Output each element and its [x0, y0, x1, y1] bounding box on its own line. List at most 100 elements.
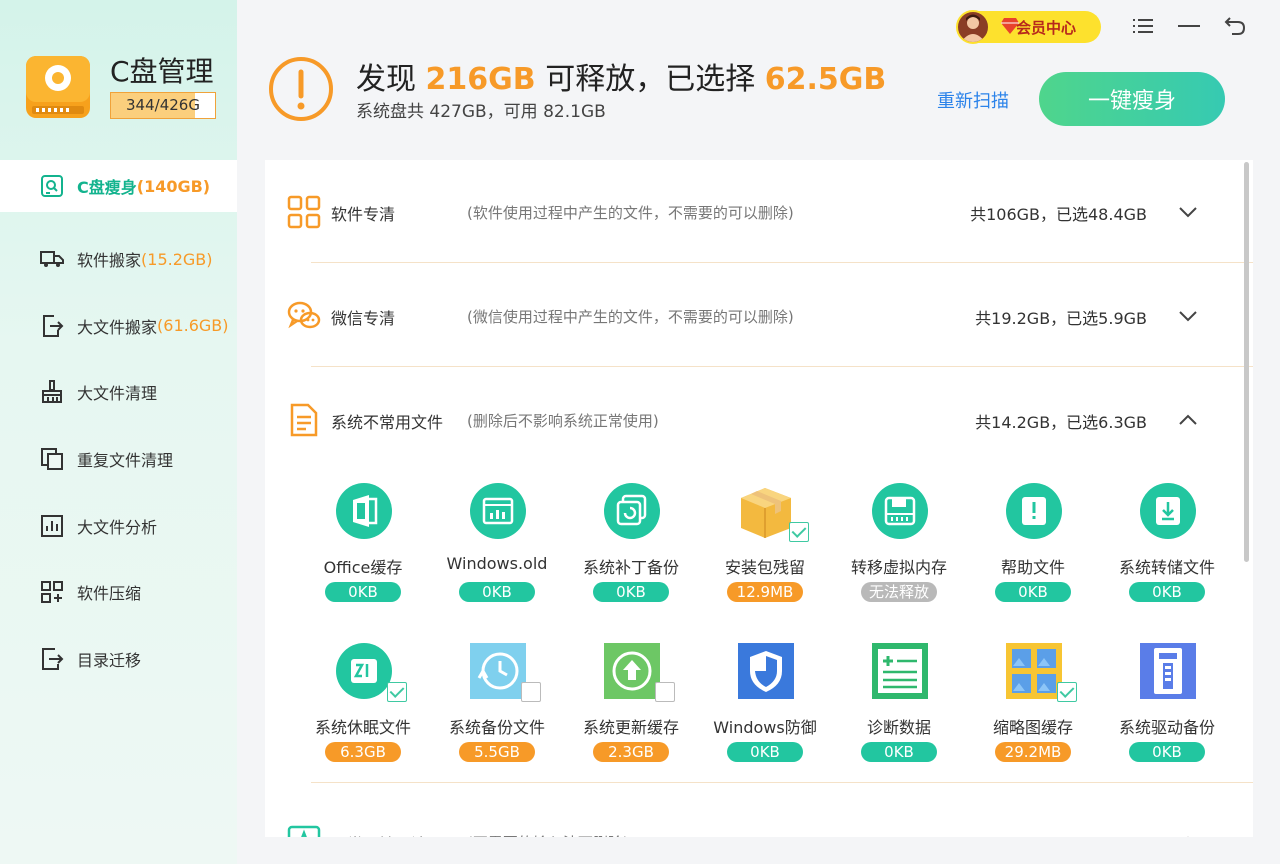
wechat-icon — [287, 299, 321, 333]
virtual-memory-icon — [871, 482, 929, 540]
cleanup-item[interactable]: 转移虚拟内存 无法释放 — [831, 482, 967, 614]
item-label: 诊断数据 — [866, 718, 931, 737]
item-size-badge: 0KB — [995, 582, 1071, 602]
chevron-down-icon[interactable] — [1177, 305, 1199, 327]
sidebar-item-1[interactable]: C盘瘦身 (140GB) — [0, 160, 237, 212]
chart-icon — [40, 514, 64, 538]
vip-center-button[interactable]: 会员中心 — [956, 10, 1101, 44]
item-checkbox[interactable] — [789, 522, 809, 542]
diamond-icon — [1001, 18, 1019, 34]
warning-icon — [269, 57, 333, 121]
cleanup-item[interactable]: 诊断数据 0KB — [831, 642, 967, 774]
panel-scrollbar[interactable] — [1244, 162, 1249, 562]
category-description: (软件使用过程中产生的文件，不需要的可以删除) — [467, 204, 794, 222]
divider — [311, 366, 1253, 367]
chevron-up-icon[interactable] — [1177, 409, 1199, 431]
category-stats: 共19.2GB，已选5.9GB — [975, 309, 1147, 328]
sidebar-item-7[interactable]: 软件压缩 — [0, 559, 237, 626]
divider — [311, 262, 1253, 263]
cleanup-item[interactable]: 安装包残留 12.9MB — [697, 482, 833, 614]
sidebar-item-label: 目录迁移 — [77, 650, 142, 670]
category-stats: 共14.2GB，已选6.3GB — [975, 413, 1147, 432]
chevron-down-icon[interactable] — [1177, 201, 1199, 223]
found-size: 216GB — [425, 62, 536, 97]
cleanup-item[interactable]: Windows.old 0KB — [429, 482, 565, 614]
item-checkbox[interactable] — [387, 682, 407, 702]
broom-icon — [40, 380, 64, 404]
cleanup-item[interactable]: 系统驱动备份 0KB — [1099, 642, 1235, 774]
dump-file-icon — [1139, 482, 1197, 540]
category-description: (删除后不影响系统正常使用) — [467, 412, 659, 430]
summary-prefix: 发现 — [356, 62, 416, 97]
minimize-icon[interactable] — [1177, 14, 1201, 38]
sidebar-item-size: (140GB) — [136, 176, 211, 196]
sidebar-nav: C盘瘦身 (140GB) 软件搬家 (15.2GB) 大文件搬家 (61.6GB) 大文件清… — [0, 160, 237, 692]
cleanup-item[interactable]: 帮助文件 0KB — [965, 482, 1101, 614]
item-label: 系统备份文件 — [448, 718, 545, 737]
document-icon — [287, 403, 321, 437]
category-row[interactable]: 不常用输入法 (不需要的输入法可删除) — [265, 790, 1253, 837]
cleanup-item[interactable]: Office缓存 0KB — [295, 482, 431, 614]
cleanup-item[interactable]: 系统转储文件 0KB — [1099, 482, 1235, 614]
item-label: Windows防御 — [713, 718, 817, 737]
category-row[interactable]: 软件专清 (软件使用过程中产生的文件，不需要的可以删除) 共106GB，已选48.4… — [265, 160, 1253, 264]
sidebar-item-label: 重复文件清理 — [77, 451, 174, 471]
sidebar-item-label: 大文件分析 — [77, 517, 158, 537]
sidebar-item-5[interactable]: 重复文件清理 — [0, 426, 237, 493]
sidebar-item-3[interactable]: 大文件搬家 (61.6GB) — [0, 293, 237, 360]
item-checkbox[interactable] — [1057, 682, 1077, 702]
category-description: (不需要的输入法可删除) — [467, 832, 629, 837]
item-size-badge: 0KB — [325, 582, 401, 602]
item-label: 系统更新缓存 — [582, 718, 679, 737]
one-click-slim-button[interactable]: 一键瘦身 — [1039, 72, 1225, 126]
folder-move-icon — [40, 647, 64, 671]
item-checkbox[interactable] — [655, 682, 675, 702]
item-size-badge: 0KB — [593, 582, 669, 602]
chevron-up-icon[interactable] — [1177, 831, 1199, 837]
selected-size: 62.5GB — [764, 62, 887, 97]
disk-usage-text: 344/426G — [126, 96, 200, 114]
sidebar-item-2[interactable]: 软件搬家 (15.2GB) — [0, 226, 237, 293]
duplicate-icon — [40, 447, 64, 471]
item-size-badge: 5.5GB — [459, 742, 535, 762]
cleanup-item[interactable]: 缩略图缓存 29.2MB — [965, 642, 1101, 774]
back-icon[interactable] — [1223, 14, 1247, 38]
item-size-badge: 0KB — [1129, 742, 1205, 762]
cleanup-item[interactable]: 系统更新缓存 2.3GB — [563, 642, 699, 774]
sidebar-item-label: 软件压缩 — [77, 584, 142, 604]
item-label: 系统补丁备份 — [582, 558, 679, 577]
item-label: 安装包残留 — [724, 558, 805, 577]
sidebar-item-6[interactable]: 大文件分析 — [0, 492, 237, 559]
cleanup-item[interactable]: 系统备份文件 5.5GB — [429, 642, 565, 774]
input-method-icon — [287, 825, 321, 837]
category-row[interactable]: 系统不常用文件 (删除后不影响系统正常使用) 共14.2GB，已选6.3GB — [265, 368, 1253, 472]
sidebar-item-size: (61.6GB) — [157, 316, 229, 336]
category-description: (微信使用过程中产生的文件，不需要的可以删除) — [467, 308, 794, 326]
hibernate-icon — [335, 642, 393, 700]
category-name: 不常用输入法 — [331, 831, 427, 837]
item-checkbox[interactable] — [521, 682, 541, 702]
item-size-badge: 0KB — [1129, 582, 1205, 602]
item-size-badge: 6.3GB — [325, 742, 401, 762]
truck-icon — [40, 247, 64, 271]
item-size-badge: 2.3GB — [593, 742, 669, 762]
windows-old-icon — [469, 482, 527, 540]
item-label: 系统转储文件 — [1118, 558, 1215, 577]
rescan-link[interactable]: 重新扫描 — [937, 87, 1009, 113]
cleanup-item[interactable]: 系统休眠文件 6.3GB — [295, 642, 431, 774]
item-label: Windows.old — [446, 554, 548, 573]
item-label: 转移虚拟内存 — [850, 558, 947, 577]
sidebar-item-label: 大文件搬家 — [77, 317, 158, 337]
sidebar: C盘管理 344/426G C盘瘦身 (140GB) 软件搬家 (15.2GB) 大文件… — [0, 0, 237, 864]
driver-backup-icon — [1139, 642, 1197, 700]
cleanup-item[interactable]: Windows防御 0KB — [697, 642, 833, 774]
cleanup-panel: 软件专清 (软件使用过程中产生的文件，不需要的可以删除) 共106GB，已选48.4… — [265, 160, 1253, 837]
menu-icon[interactable] — [1131, 14, 1155, 38]
sidebar-item-8[interactable]: 目录迁移 — [0, 626, 237, 693]
sidebar-item-4[interactable]: 大文件清理 — [0, 359, 237, 426]
package-box-icon — [737, 482, 795, 540]
category-row[interactable]: 微信专清 (微信使用过程中产生的文件，不需要的可以删除) 共19.2GB，已选5.9… — [265, 264, 1253, 368]
cleanup-item[interactable]: 系统补丁备份 0KB — [563, 482, 699, 614]
category-stats: 共106GB，已选48.4GB — [970, 205, 1147, 224]
apps-grid-icon — [287, 195, 321, 229]
